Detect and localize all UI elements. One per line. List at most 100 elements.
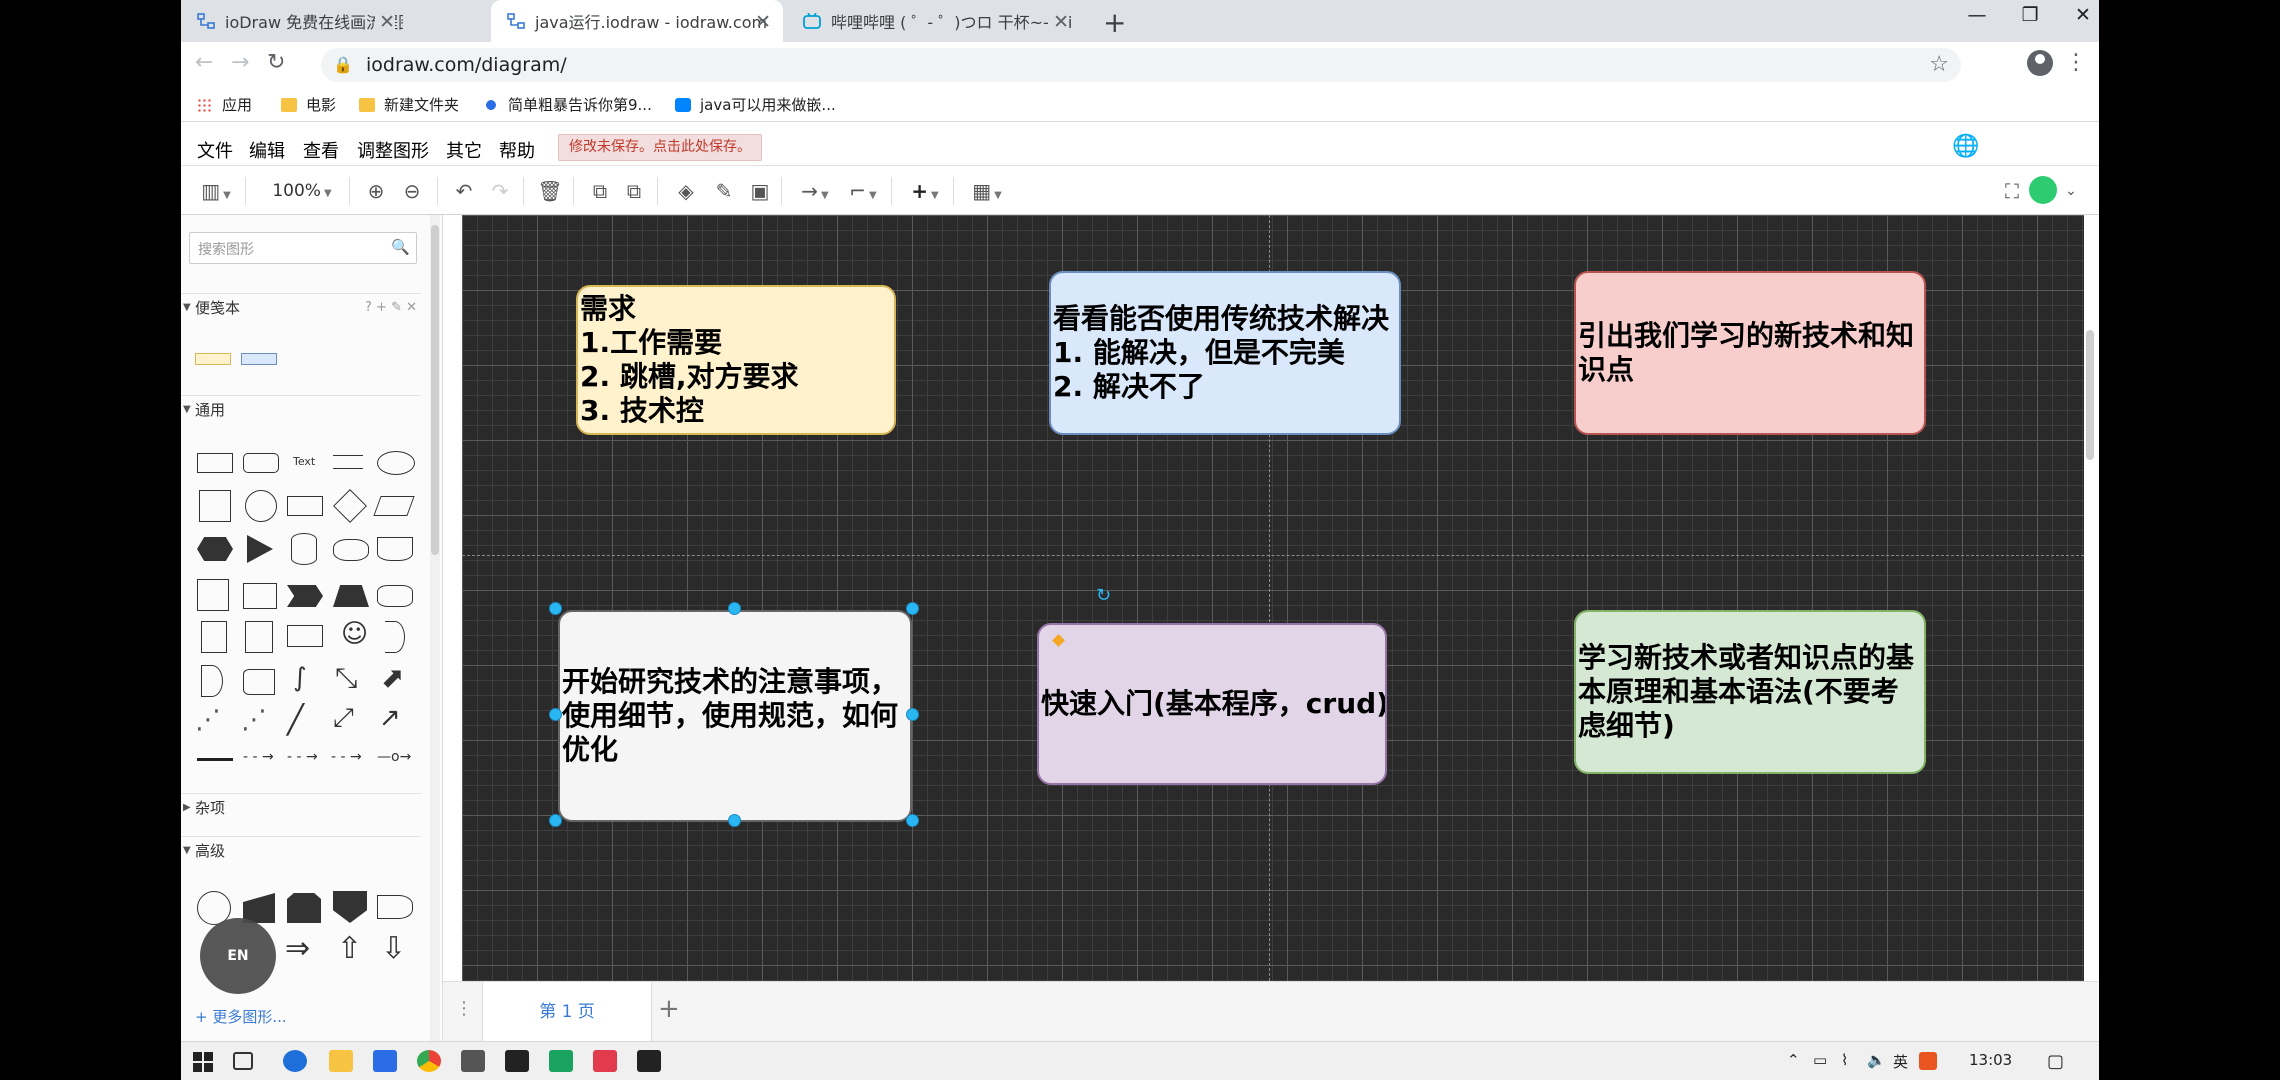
tab-bilibili[interactable]: 哔哩哔哩 ( ゜- ゜)つロ 干杯~-bili ✕	[787, 0, 1077, 42]
search-icon[interactable]: 🔍	[391, 238, 410, 256]
undo-icon[interactable]: ↶	[451, 178, 477, 204]
textbox-shape[interactable]	[333, 455, 363, 469]
bidirectional-connector-shape[interactable]: ⤢	[333, 703, 354, 734]
cloud-shape[interactable]	[333, 539, 369, 561]
unsaved-notice[interactable]: 修改未保存。点击此处保存。	[558, 134, 762, 161]
table-icon[interactable]: ▦ ▼	[967, 178, 1007, 204]
terminal-icon[interactable]	[505, 1050, 529, 1072]
dotted-line-shape[interactable]: ⋰	[241, 705, 267, 735]
back-icon[interactable]: ←	[195, 50, 213, 75]
card-shape[interactable]	[245, 621, 273, 653]
hexagon-shape[interactable]	[197, 537, 233, 561]
section-general[interactable]: ▼ 通用	[181, 395, 421, 423]
reload-icon[interactable]: ↻	[267, 50, 285, 75]
edge-icon[interactable]	[283, 1050, 307, 1072]
note-shape[interactable]	[201, 621, 227, 653]
offpage-shape[interactable]	[333, 891, 367, 923]
forward-icon[interactable]: →	[231, 50, 249, 75]
menu-extras[interactable]: 其它	[446, 137, 482, 163]
loop-limit-shape[interactable]	[287, 893, 321, 923]
text-shape[interactable]: Text	[293, 455, 315, 468]
rotate-handle-icon[interactable]: ↻	[1096, 585, 1111, 606]
to-front-icon[interactable]: ⧉	[587, 178, 613, 204]
dotted-connector-shape[interactable]: - - →	[331, 749, 362, 765]
diagram-node-principles[interactable]: 学习新技术或者知识点的基 本原理和基本语法(不要考 虑细节)	[1574, 610, 1926, 774]
resize-handle[interactable]	[728, 602, 741, 615]
fullscreen-icon[interactable]: ⛶	[1999, 178, 2025, 204]
code-app-icon[interactable]	[637, 1050, 661, 1072]
triangle-shape[interactable]	[247, 535, 273, 563]
diagram-canvas[interactable]: 需求 1.工作需要 2. 跳槽,对方要求 3. 技术控 看看能否使用传统技术解决…	[462, 215, 2084, 981]
tray-chevron-icon[interactable]: ⌃	[1787, 1051, 1800, 1069]
scratchpad-item[interactable]	[195, 353, 231, 365]
display-shape[interactable]	[243, 669, 275, 695]
more-shapes-link[interactable]: + 更多图形...	[195, 1006, 287, 1027]
menu-edit[interactable]: 编辑	[249, 137, 285, 163]
chrome-icon[interactable]	[417, 1050, 441, 1072]
xmind-icon[interactable]	[593, 1050, 617, 1072]
association-connector-shape[interactable]: —o→	[377, 749, 411, 765]
close-window-button[interactable]: ✕	[2063, 4, 2099, 26]
scratchpad-item[interactable]	[241, 353, 277, 365]
resize-handle[interactable]	[906, 814, 919, 827]
close-icon[interactable]: ✕	[375, 11, 395, 33]
callout-shape[interactable]	[287, 625, 323, 647]
arrow-shape[interactable]: ⬈	[381, 661, 404, 694]
diamond-shape[interactable]	[333, 489, 367, 523]
menu-view[interactable]: 查看	[303, 137, 339, 163]
resize-handle[interactable]	[906, 602, 919, 615]
address-bar[interactable]: 🔒 iodraw.com/diagram/ ☆	[321, 48, 1961, 82]
dashed-connector-shape[interactable]: - - →	[287, 749, 318, 765]
zoom-out-icon[interactable]: ⊖	[399, 178, 425, 204]
process-shape[interactable]	[287, 496, 323, 516]
link-connector-shape[interactable]: - - →	[243, 749, 274, 765]
menu-arrange[interactable]: 调整图形	[357, 137, 429, 163]
resize-handle[interactable]	[549, 814, 562, 827]
menu-file[interactable]: 文件	[197, 137, 233, 163]
store-icon[interactable]	[373, 1050, 397, 1072]
add-page-button[interactable]: +	[658, 994, 680, 1024]
thick-line-shape[interactable]	[197, 758, 233, 761]
diagram-node-new-tech[interactable]: 引出我们学习的新技术和知 识点	[1574, 271, 1926, 435]
curve-shape[interactable]: ∫	[293, 663, 307, 693]
profile-avatar[interactable]	[2027, 50, 2053, 76]
square-shape[interactable]	[199, 490, 231, 522]
trapezoid-shape[interactable]	[333, 585, 369, 607]
resize-handle[interactable]	[906, 708, 919, 721]
cube-shape[interactable]	[243, 583, 277, 609]
file-explorer-icon[interactable]	[329, 1050, 353, 1072]
zoom-in-icon[interactable]: ⊕	[363, 178, 389, 204]
data-storage-shape[interactable]	[201, 665, 223, 697]
line-color-icon[interactable]: ✎	[711, 178, 737, 204]
battery-icon[interactable]: ▭	[1813, 1051, 1827, 1069]
scratchpad-tools[interactable]: ? + ✎ ✕	[365, 294, 417, 322]
browser-menu-icon[interactable]: ⋮	[2065, 50, 2087, 75]
en-language-badge[interactable]: EN	[200, 918, 276, 994]
line-shape[interactable]: ╱	[287, 703, 304, 736]
section-scratchpad[interactable]: ▼ 便笺本 ? + ✎ ✕	[181, 293, 421, 321]
bookmark-new-folder[interactable]: 新建文件夹	[359, 94, 459, 115]
connection-style-icon[interactable]: → ▼	[795, 178, 835, 204]
collapse-chevron-icon[interactable]: ⌄	[2061, 178, 2081, 204]
delete-icon[interactable]: 🗑	[537, 178, 563, 204]
ellipse-shape[interactable]	[377, 451, 415, 475]
zoom-select[interactable]: 100% ▼	[267, 178, 337, 204]
new-tab-button[interactable]: +	[1103, 6, 1126, 39]
fill-color-icon[interactable]: ◈	[673, 178, 699, 204]
directional-connector-shape[interactable]: ↗	[379, 703, 401, 733]
internal-storage-shape[interactable]	[197, 579, 229, 611]
globe-icon[interactable]: 🌐	[1952, 134, 1979, 159]
bookmark-zhihu[interactable]: java可以用来做嵌...	[675, 94, 836, 115]
bidirectional-arrow-shape[interactable]: ⤡	[335, 661, 357, 695]
up-arrow-shape[interactable]: ⇧	[337, 931, 362, 966]
menu-help[interactable]: 帮助	[499, 137, 535, 163]
minimize-button[interactable]: —	[1957, 4, 1997, 26]
sidebar-scrollbar-thumb[interactable]	[431, 225, 439, 555]
page-tab-1[interactable]: 第 1 页	[482, 982, 652, 1041]
document-shape[interactable]	[377, 537, 413, 561]
resize-handle[interactable]	[549, 602, 562, 615]
actor-shape[interactable]: ☺	[341, 619, 368, 649]
section-advanced[interactable]: ▼ 高级	[181, 836, 421, 864]
close-icon[interactable]: ✕	[1049, 11, 1069, 33]
close-icon[interactable]: ✕	[755, 11, 771, 33]
